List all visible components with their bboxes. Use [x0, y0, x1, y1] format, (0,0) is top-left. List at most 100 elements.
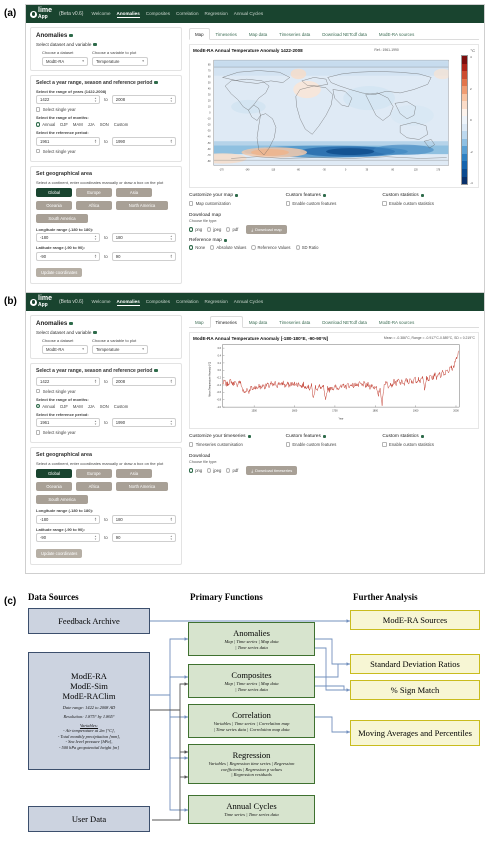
variable-select-b[interactable]: Temperature ▾: [92, 344, 148, 354]
app-logo-a[interactable]: lime App: [30, 7, 52, 20]
radio-jja-b[interactable]: JJA: [88, 404, 95, 409]
stepper-icon[interactable]: ▴ ▾: [95, 97, 97, 102]
nav-item-correlation-a[interactable]: Correlation: [176, 11, 198, 17]
node-anomalies[interactable]: Anomalies Map | Time series | Map data |…: [188, 622, 315, 656]
nav-item-annual-cycles-a[interactable]: Annual Cycles: [234, 11, 263, 17]
radio-mam-a[interactable]: MAM: [73, 122, 83, 127]
update-coordinates-button-b[interactable]: Update coordinates: [36, 549, 83, 558]
tab-map-data-b[interactable]: Map data: [243, 316, 273, 328]
refmap-sd-ratio[interactable]: SD Ratio: [295, 245, 318, 250]
tab-map-data-a[interactable]: Map data: [243, 28, 273, 40]
stepper-icon[interactable]: ▴ ▾: [95, 516, 97, 521]
continent-north-america-a[interactable]: North America: [116, 200, 168, 210]
timeseries-chart[interactable]: -1.0 -0.8 -0.6 -0.4 -0.2 0.0 0.2 0.4 0.6 1500 160…: [193, 341, 475, 421]
node-standard-deviation-ratios[interactable]: Standard Deviation Ratios: [350, 654, 480, 674]
enable-custom-features-checkbox[interactable]: Enable custom features: [285, 201, 383, 206]
refmap-reference[interactable]: Reference Values: [251, 245, 291, 250]
ref-from-input-a[interactable]: 1961 ▴ ▾: [36, 136, 101, 146]
filetype-pdf-b[interactable]: pdf: [226, 468, 238, 473]
stepper-icon[interactable]: ▴ ▾: [95, 378, 97, 383]
single-ref-year-checkbox-a[interactable]: Select single year: [36, 149, 176, 154]
node-composites[interactable]: Composites Map | Time series | Map data …: [188, 664, 315, 698]
continent-europe-b[interactable]: Europe: [76, 469, 112, 478]
info-icon[interactable]: [247, 434, 251, 439]
year-from-input-a[interactable]: 1422 ▴ ▾: [36, 95, 101, 104]
node-correlation[interactable]: Correlation Variables | Time series | Co…: [188, 704, 315, 738]
nav-item-composites-a[interactable]: Composites: [146, 11, 170, 17]
stepper-icon[interactable]: ▴ ▾: [170, 253, 172, 258]
node-user-data[interactable]: User Data: [28, 806, 150, 832]
ref-to-input-b[interactable]: 1990 ▴ ▾: [111, 418, 176, 427]
lat-from-input-b[interactable]: -90 ▴ ▾: [36, 533, 101, 542]
continent-oceania-a[interactable]: Oceania: [36, 200, 72, 210]
nav-item-correlation-b[interactable]: Correlation: [176, 299, 198, 305]
continent-north-america-b[interactable]: North America: [116, 482, 168, 491]
nav-item-welcome-b[interactable]: Welcome: [91, 299, 110, 305]
filetype-png-a[interactable]: png: [189, 227, 202, 232]
map-customization-checkbox[interactable]: Map customization: [189, 201, 286, 206]
single-year-checkbox-b[interactable]: Select single year: [36, 389, 176, 394]
nav-item-regression-b[interactable]: Regression: [205, 299, 228, 305]
node-mode-datasets[interactable]: ModE-RA ModE-Sim ModE-RAClim Date range:…: [28, 652, 150, 770]
filetype-jpeg-a[interactable]: jpeg: [207, 227, 221, 232]
single-year-checkbox-a[interactable]: Select single year: [36, 107, 176, 112]
lon-from-input-a[interactable]: -180 ▴ ▾: [36, 233, 101, 242]
enable-custom-features-checkbox-b[interactable]: Enable custom features: [285, 442, 383, 447]
year-to-input-b[interactable]: 2008 ▴ ▾: [111, 376, 176, 386]
stepper-icon[interactable]: ▴ ▾: [95, 420, 97, 425]
continent-asia-b[interactable]: Asia: [116, 469, 152, 478]
radio-custom-b[interactable]: Custom: [114, 404, 128, 409]
node-mode-ra-sources[interactable]: ModE-RA Sources: [350, 610, 480, 630]
continent-global-a[interactable]: Global: [36, 187, 72, 197]
info-icon[interactable]: [322, 193, 327, 198]
tab-map-b[interactable]: Map: [189, 316, 210, 328]
refmap-none[interactable]: None: [189, 245, 205, 250]
radio-annual-b[interactable]: Annual: [36, 404, 55, 409]
radio-mam-b[interactable]: MAM: [73, 404, 83, 409]
continent-south-america-b[interactable]: South America: [36, 495, 88, 504]
nav-item-welcome-a[interactable]: Welcome: [91, 11, 110, 17]
continent-africa-a[interactable]: Africa: [76, 200, 112, 210]
variable-select-a[interactable]: Temperature ▾: [92, 56, 148, 66]
refmap-absolute[interactable]: Absolute Values: [210, 245, 246, 250]
year-from-input-b[interactable]: 1422 ▴ ▾: [36, 376, 101, 386]
radio-djf-a[interactable]: DJF: [60, 122, 68, 127]
dataset-select-a[interactable]: ModE-RA ▾: [42, 56, 88, 66]
download-timeseries-button[interactable]: ⤓ Download timeseries: [246, 466, 298, 475]
info-icon[interactable]: [235, 193, 239, 198]
lat-to-input-b[interactable]: 90 ▴ ▾: [111, 533, 176, 542]
dataset-select-b[interactable]: ModE-RA ▾: [42, 344, 88, 354]
node-moving-averages-percentiles[interactable]: Moving Averages and Percentiles: [350, 720, 480, 746]
continent-south-america-a[interactable]: South America: [36, 213, 88, 223]
lon-to-input-b[interactable]: 180 ▴ ▾: [111, 514, 176, 524]
lon-to-input-a[interactable]: 180 ▴ ▾: [111, 233, 176, 242]
tab-mode-ra-sources-b[interactable]: ModE-RA sources: [373, 316, 420, 328]
continent-europe-a[interactable]: Europe: [76, 187, 112, 197]
timeseries-customisation-checkbox[interactable]: Timeseries customisation: [189, 442, 286, 447]
tab-mode-ra-sources-a[interactable]: ModE-RA sources: [373, 28, 420, 40]
info-icon[interactable]: [223, 238, 228, 243]
node-annual-cycles[interactable]: Annual Cycles Time series | Time series …: [188, 795, 315, 824]
stepper-icon[interactable]: ▴ ▾: [95, 138, 97, 143]
filetype-jpeg-b[interactable]: jpeg: [207, 468, 221, 473]
enable-custom-statistics-checkbox[interactable]: Enable custom statistics: [382, 201, 479, 206]
tab-timeseries-data-a[interactable]: Timeseries data: [273, 28, 316, 40]
nav-item-anomalies-b[interactable]: Anomalies: [116, 299, 140, 306]
single-ref-year-checkbox-b[interactable]: Select single year: [36, 430, 176, 435]
year-to-input-a[interactable]: 2008 ▴ ▾: [111, 95, 176, 104]
radio-annual-a[interactable]: Annual: [36, 122, 55, 127]
info-icon[interactable]: [154, 80, 158, 85]
stepper-icon[interactable]: ▴ ▾: [95, 535, 97, 540]
continent-asia-a[interactable]: Asia: [116, 187, 152, 197]
radio-son-a[interactable]: SON: [100, 122, 109, 127]
stepper-icon[interactable]: ▴ ▾: [170, 516, 172, 521]
filetype-pdf-a[interactable]: pdf: [226, 227, 238, 232]
stepper-icon[interactable]: ▴ ▾: [170, 97, 172, 102]
nav-item-annual-cycles-b[interactable]: Annual Cycles: [234, 299, 263, 305]
info-icon[interactable]: [93, 330, 97, 335]
continent-global-b[interactable]: Global: [36, 469, 72, 478]
info-icon[interactable]: [154, 368, 158, 373]
stepper-icon[interactable]: ▴ ▾: [170, 535, 172, 540]
download-map-button[interactable]: ⤓ Download map: [246, 225, 287, 234]
nav-item-composites-b[interactable]: Composites: [146, 299, 170, 305]
